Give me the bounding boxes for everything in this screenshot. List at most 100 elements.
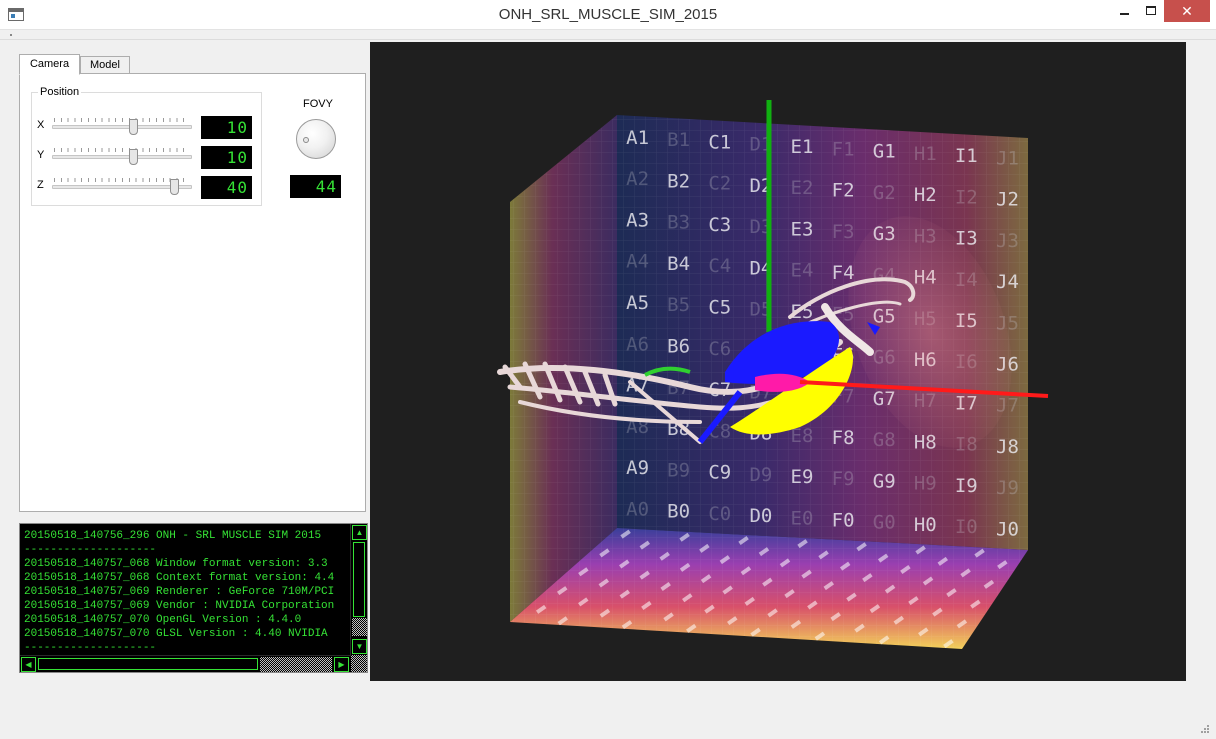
wall-label: B3 [667,212,690,234]
wall-label: B6 [667,336,690,358]
wall-label: A9 [626,457,649,479]
scene-canvas: A1 B1 C1 D1 E1 F1 G1 H1 I1 J1A2 B2 C2 D2 E2 F2 G2 H2 I2 J2… [497,100,1049,649]
opengl-viewport[interactable]: A1 B1 C1 D1 E1 F1 G1 H1 I1 J1 A2 B2 C2 D2 E2 F2 G2 H2 I2 J2… [370,42,1186,681]
wall-label: F8 [832,427,855,449]
log-line: 20150518_140757_068 Window format versio… [24,558,328,570]
wall-label: A4 [626,251,649,273]
wall-label: E4 [791,260,814,282]
wall-label: A1 [626,127,649,149]
wall-label: E0 [791,507,814,529]
y-value-display: 10 [201,146,252,169]
wall-label: B1 [667,129,690,151]
wall-label: G8 [873,429,896,451]
wall-label: H1 [914,143,937,165]
wall-label: E2 [791,177,814,199]
horizontal-scroll-thumb[interactable] [38,658,258,670]
wall-label: A5 [626,292,649,314]
wall-label: H0 [914,514,937,536]
wall-label: C5 [708,297,731,319]
wall-label: E1 [791,136,814,158]
wall-label: F1 [832,138,855,160]
x-slider[interactable] [52,116,192,136]
title-bar: ONH_SRL_MUSCLE_SIM_2015 ✕ [0,0,1216,30]
resize-grip-icon[interactable] [1198,722,1210,734]
x-slider-thumb[interactable] [129,119,139,135]
wall-label: D9 [749,464,772,486]
wall-label: C6 [708,338,731,360]
fovy-label: FOVY [303,98,333,110]
y-slider[interactable] [52,146,192,166]
close-icon: ✕ [1181,3,1193,19]
fovy-dial[interactable] [296,119,336,159]
maximize-button[interactable] [1138,0,1164,22]
minimize-button[interactable] [1112,0,1138,22]
wall-label: F3 [832,221,855,243]
x-value-display: 10 [201,116,252,139]
scroll-down-arrow-icon[interactable]: ▼ [352,639,367,654]
wall-label: I1 [955,145,978,167]
wall-label: D0 [749,505,772,527]
wall-label: H2 [914,184,937,206]
tab-model[interactable]: Model [80,56,130,74]
scroll-up-arrow-icon[interactable]: ▲ [352,525,367,540]
wall-label: J0 [996,518,1019,540]
log-line: -------------------- [24,642,157,653]
wall-label: J1 [996,148,1019,170]
toolbar-strip [0,31,1216,40]
position-group-title: Position [38,86,82,98]
log-line: 20150518_140757_070 OpenGL Version : 4.4… [24,614,302,626]
wall-label: A3 [626,209,649,231]
window-title: ONH_SRL_MUSCLE_SIM_2015 [498,6,718,23]
log-line: 20150518_140757_068 Context format versi… [24,572,335,584]
log-line: 20150518_140756_296 ONH - SRL MUSCLE SIM… [24,530,322,542]
wall-label: G2 [873,182,896,204]
wall-label: G1 [873,141,896,163]
z-value-display: 40 [201,176,252,199]
wall-label: J4 [996,271,1019,293]
wall-label: H9 [914,473,937,495]
wall-label: F9 [832,468,855,490]
scroll-right-arrow-icon[interactable]: ▶ [334,657,349,672]
wall-label: C2 [708,173,731,195]
tab-camera[interactable]: Camera [19,54,80,75]
wall-label: I2 [955,186,978,208]
z-slider[interactable] [52,176,192,196]
wall-label: C9 [708,462,731,484]
wall-label: F2 [832,180,855,202]
wall-label: J9 [996,477,1019,499]
wall-label: A0 [626,499,649,521]
wall-label: J8 [996,436,1019,458]
y-slider-thumb[interactable] [129,149,139,165]
log-line: 20150518_140757_069 Renderer : GeForce 7… [24,586,335,598]
grip-icon [10,34,12,36]
close-button[interactable]: ✕ [1164,0,1210,22]
log-vertical-scrollbar[interactable]: ▲ ▼ [350,524,367,655]
log-horizontal-scrollbar[interactable]: ◀ ▶ [20,655,367,672]
wall-label: E3 [791,219,814,241]
wall-label: I9 [955,475,978,497]
log-console[interactable]: 20150518_140756_296 ONH - SRL MUSCLE SIM… [19,523,368,673]
wall-label: C0 [708,503,731,525]
camera-tab-pane: Position X 10 Y 10 Z 40 FOVY 44 [19,73,366,512]
wall-label: F0 [832,510,855,532]
wall-label: B4 [667,253,690,275]
wall-label: B2 [667,170,690,192]
log-line: 20150518_140757_070 GLSL Version : 4.40 … [24,628,328,640]
wall-label: A6 [626,333,649,355]
vertical-scroll-thumb[interactable] [353,542,365,617]
scroll-left-arrow-icon[interactable]: ◀ [21,657,36,672]
x-axis-label: X [37,119,45,131]
wall-label: C4 [708,255,731,277]
wall-label: B0 [667,501,690,523]
wall-label: C3 [708,214,731,236]
wall-label: G0 [873,512,896,534]
wall-label: J3 [996,230,1019,252]
log-text: 20150518_140756_296 ONH - SRL MUSCLE SIM… [24,529,350,653]
z-slider-thumb[interactable] [169,179,179,195]
log-line: 20150518_140757_069 Vendor : NVIDIA Corp… [24,600,335,612]
wall-label: B5 [667,294,690,316]
maximize-icon [1146,6,1156,15]
y-axis-label: Y [37,149,45,161]
dial-notch [303,137,309,143]
fovy-value-display: 44 [290,175,341,198]
